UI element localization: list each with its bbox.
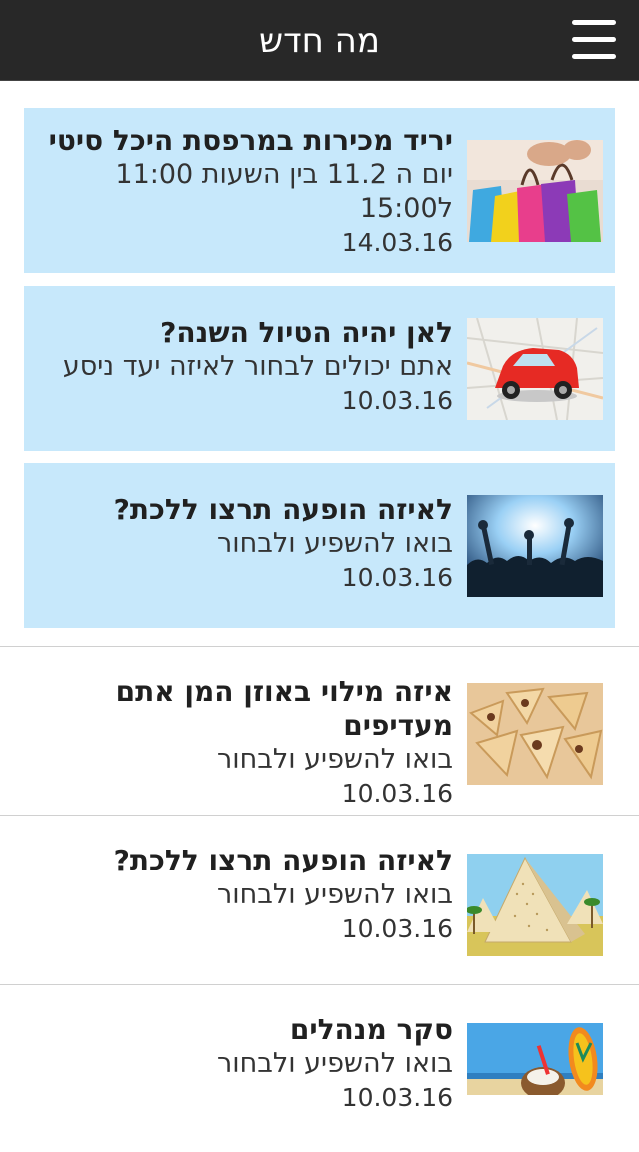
matzah-pyramids-image bbox=[467, 854, 603, 956]
shopping-bags-image bbox=[467, 140, 603, 242]
news-item-title: סקר מנהלים bbox=[289, 1013, 453, 1046]
news-item-description: בואו להשפיע ולבחור bbox=[217, 528, 453, 559]
menu-line bbox=[572, 37, 616, 42]
news-item-title: לאיזה הופעה תרצו ללכת? bbox=[113, 493, 453, 526]
news-item-text: סקר מנהלים בואו להשפיע ולבחור 10.03.16 bbox=[13, 1013, 453, 1115]
news-item-card[interactable]: סקר מנהלים בואו להשפיע ולבחור 10.03.16 bbox=[0, 984, 639, 1152]
news-item-card[interactable]: לאיזה הופעה תרצו ללכת? בואו להשפיע ולבחו… bbox=[24, 463, 615, 628]
news-item-description: אתם יכולים לבחור לאיזה יעד ניסע bbox=[62, 351, 453, 382]
news-item-title: יריד מכירות במרפסת היכל סיטי bbox=[48, 124, 453, 157]
menu-line bbox=[572, 54, 616, 59]
red-car-on-map-image bbox=[467, 318, 603, 420]
hamantaschen-pastries-image bbox=[467, 683, 603, 785]
news-item-date: 10.03.16 bbox=[341, 386, 453, 415]
hamburger-menu-icon[interactable] bbox=[572, 20, 616, 60]
news-item-card[interactable]: לאיזה הופעה תרצו ללכת? בואו להשפיע ולבחו… bbox=[0, 815, 639, 983]
concert-crowd-image bbox=[467, 495, 603, 597]
news-item-card[interactable]: יריד מכירות במרפסת היכל סיטי יום ה 11.2 … bbox=[24, 108, 615, 273]
news-item-date: 10.03.16 bbox=[341, 779, 453, 808]
news-item-title: איזה מילוי באוזן המן אתם מעדיפים bbox=[115, 675, 453, 742]
news-item-card[interactable]: איזה מילוי באוזן המן אתם מעדיפים בואו לה… bbox=[0, 646, 639, 814]
page-title: מה חדש bbox=[259, 21, 380, 61]
news-item-title: לאן יהיה הטיול השנה? bbox=[160, 316, 453, 349]
news-item-description: בואו להשפיע ולבחור bbox=[217, 744, 453, 775]
news-item-text: לאיזה הופעה תרצו ללכת? בואו להשפיע ולבחו… bbox=[33, 493, 453, 595]
news-item-text: יריד מכירות במרפסת היכל סיטי יום ה 11.2 … bbox=[33, 124, 453, 260]
news-item-text: לאן יהיה הטיול השנה? אתם יכולים לבחור לא… bbox=[33, 316, 453, 418]
news-item-title: לאיזה הופעה תרצו ללכת? bbox=[113, 844, 453, 877]
news-item-date: 10.03.16 bbox=[341, 1083, 453, 1112]
news-item-description: יום ה 11.2 בין השעות 11:00 ל15:00 bbox=[115, 159, 453, 224]
news-item-description: בואו להשפיע ולבחור bbox=[217, 879, 453, 910]
news-item-text: לאיזה הופעה תרצו ללכת? בואו להשפיע ולבחו… bbox=[13, 844, 453, 946]
news-item-description: בואו להשפיע ולבחור bbox=[217, 1048, 453, 1079]
news-item-card[interactable]: לאן יהיה הטיול השנה? אתם יכולים לבחור לא… bbox=[24, 286, 615, 451]
news-item-date: 10.03.16 bbox=[341, 914, 453, 943]
top-bar: מה חדש bbox=[0, 0, 639, 81]
news-item-text: איזה מילוי באוזן המן אתם מעדיפים בואו לה… bbox=[13, 675, 453, 811]
beach-coconut-flipflops-image bbox=[467, 1023, 603, 1095]
news-item-date: 14.03.16 bbox=[341, 228, 453, 257]
news-item-date: 10.03.16 bbox=[341, 563, 453, 592]
menu-line bbox=[572, 20, 616, 25]
